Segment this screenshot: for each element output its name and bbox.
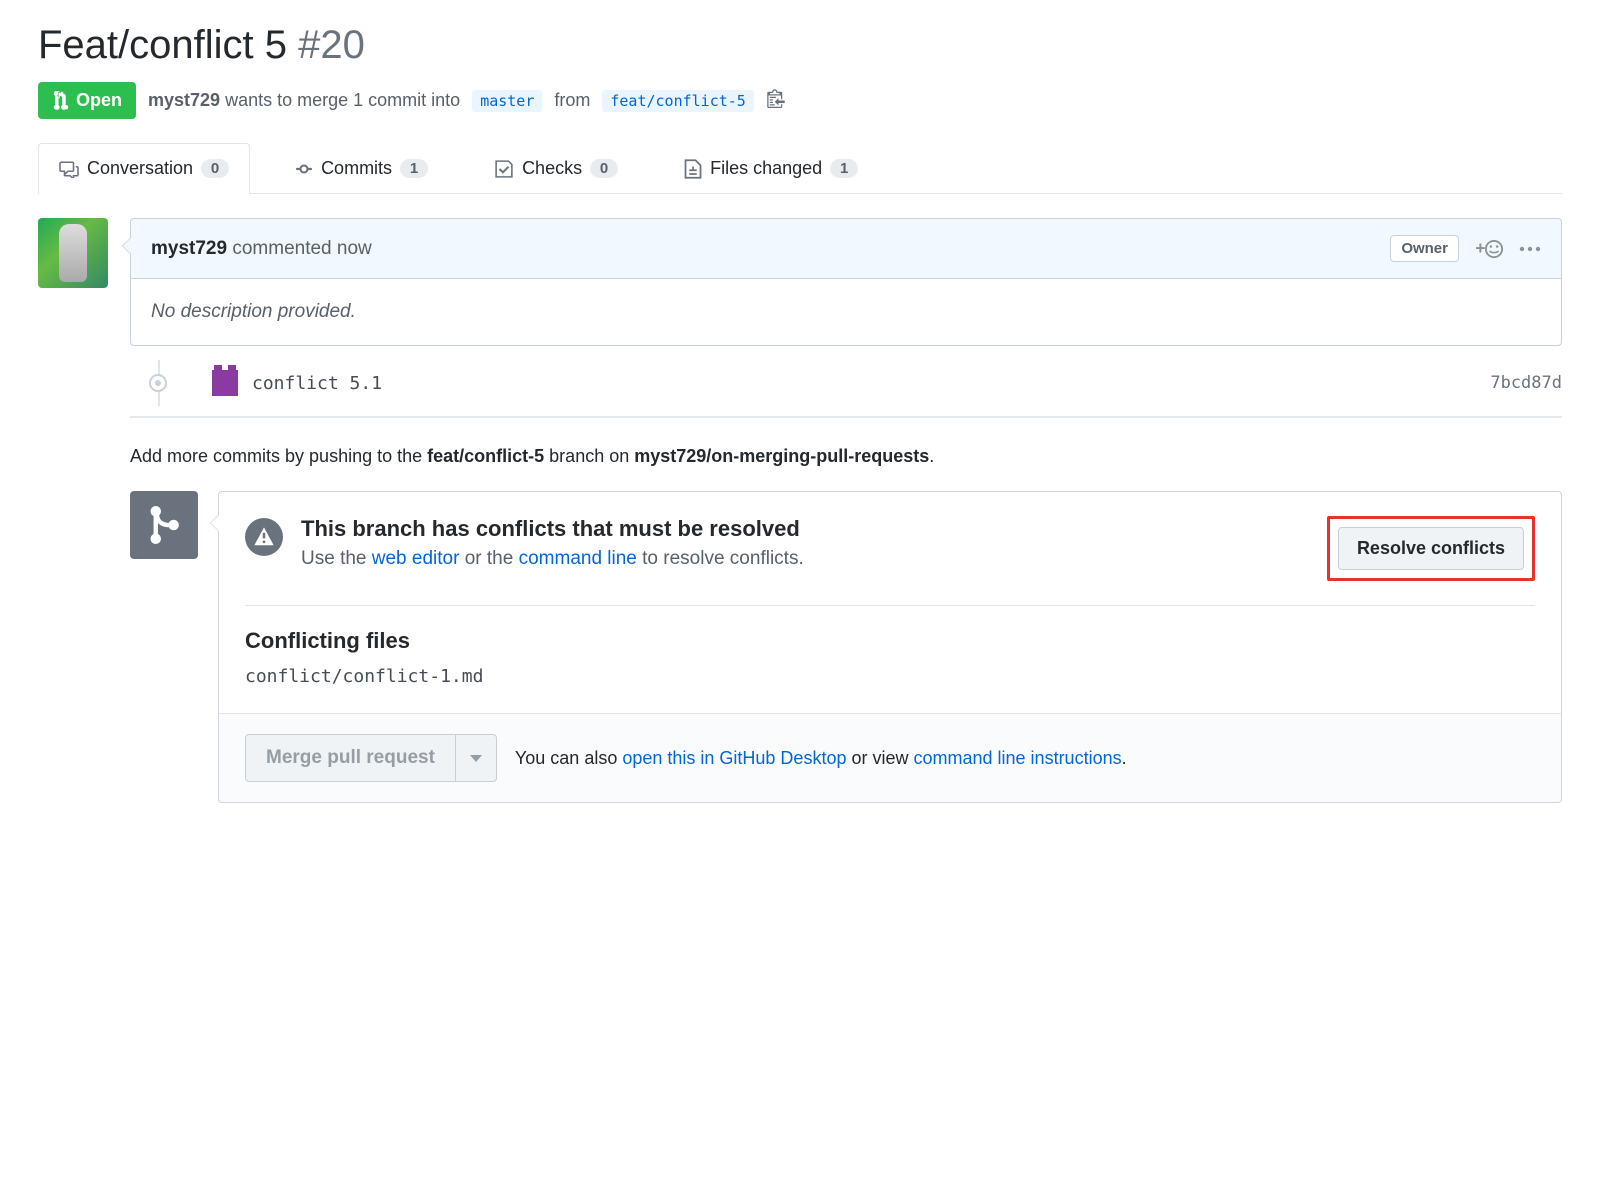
tab-files-changed[interactable]: Files changed 1 — [663, 143, 879, 193]
head-branch-chip[interactable]: feat/conflict-5 — [602, 90, 753, 112]
cli-instructions-link[interactable]: command line instructions — [914, 748, 1122, 768]
pr-author[interactable]: myst729 — [148, 90, 220, 110]
github-desktop-link[interactable]: open this in GitHub Desktop — [622, 748, 846, 768]
add-reaction-button[interactable]: + — [1475, 239, 1503, 259]
copy-icon[interactable] — [766, 88, 786, 113]
git-pull-request-icon — [52, 91, 70, 111]
commit-message[interactable]: conflict 5.1 — [252, 373, 382, 394]
commit-row: conflict 5.1 7bcd87d — [158, 360, 1562, 406]
pr-status-row: Open myst729 wants to merge 1 commit int… — [38, 82, 1562, 119]
merge-panel: This branch has conflicts that must be r… — [218, 491, 1562, 803]
comment-header: myst729 commented now — [151, 238, 372, 260]
conflicting-files-title: Conflicting files — [245, 628, 1535, 654]
owner-badge: Owner — [1390, 235, 1459, 262]
commit-avatar[interactable] — [212, 370, 238, 396]
commits-count: 1 — [400, 159, 428, 178]
conversation-count: 0 — [201, 159, 229, 178]
comment-author[interactable]: myst729 — [151, 238, 227, 259]
status-text: myst729 wants to merge 1 commit into — [148, 90, 460, 111]
caret-down-icon — [470, 755, 482, 763]
resolve-highlight: Resolve conflicts — [1327, 516, 1535, 581]
merge-pr-button[interactable]: Merge pull request — [245, 734, 456, 782]
checks-count: 0 — [590, 159, 618, 178]
merge-dropdown-button[interactable] — [456, 734, 497, 782]
comment-box: myst729 commented now Owner + No descrip… — [130, 218, 1562, 346]
tab-commits[interactable]: Commits 1 — [274, 143, 449, 193]
conflict-title: This branch has conflicts that must be r… — [301, 516, 1309, 542]
tab-checks[interactable]: Checks 0 — [473, 143, 639, 193]
command-line-link[interactable]: command line — [519, 548, 637, 569]
pr-title: Feat/conflict 5 #20 — [38, 20, 1562, 70]
pr-number: #20 — [298, 23, 365, 67]
kebab-menu-icon[interactable] — [1519, 245, 1541, 253]
merge-icon — [130, 491, 198, 559]
state-badge-open: Open — [38, 82, 136, 119]
web-editor-link[interactable]: web editor — [372, 548, 460, 569]
pr-tabs: Conversation 0 Commits 1 Checks 0 Files … — [38, 143, 1562, 194]
comment-body: No description provided. — [131, 279, 1561, 345]
conflict-hint: Use the web editor or the command line t… — [301, 548, 1309, 570]
base-branch-chip[interactable]: master — [472, 90, 542, 112]
commit-dot-icon — [149, 374, 167, 392]
timeline-divider — [130, 416, 1562, 418]
warning-icon — [245, 518, 283, 556]
merge-hint: You can also open this in GitHub Desktop… — [515, 748, 1127, 769]
commit-sha[interactable]: 7bcd87d — [1490, 373, 1562, 393]
push-hint: Add more commits by pushing to the feat/… — [130, 446, 1562, 467]
svg-text:+: + — [1475, 239, 1485, 258]
files-changed-count: 1 — [830, 159, 858, 178]
tab-conversation[interactable]: Conversation 0 — [38, 143, 250, 194]
avatar[interactable] — [38, 218, 108, 288]
resolve-conflicts-button[interactable]: Resolve conflicts — [1338, 527, 1524, 570]
conflicting-file: conflict/conflict-1.md — [245, 666, 1535, 687]
